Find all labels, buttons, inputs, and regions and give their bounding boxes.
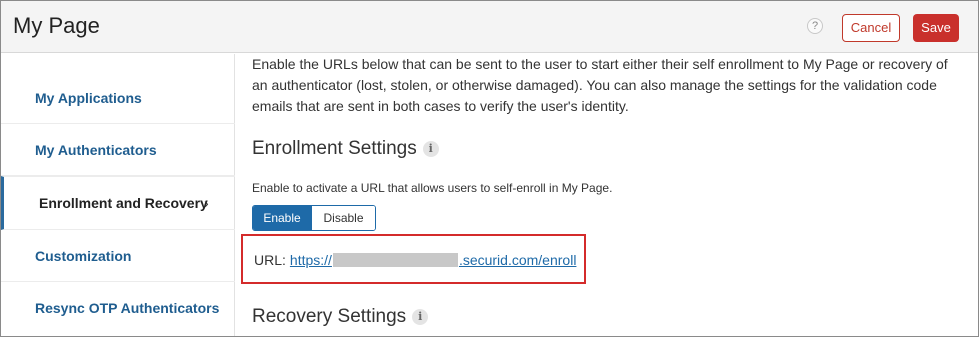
sidebar-item-label: Enrollment and Recovery (39, 195, 208, 211)
enrollment-settings-heading: Enrollment Settings i (252, 138, 439, 160)
sidebar-nav: My Applications My Authenticators Enroll… (1, 54, 235, 336)
disable-toggle-button[interactable]: Disable (311, 206, 375, 230)
intro-text: Enable the URLs below that can be sent t… (252, 56, 948, 114)
enrollment-url-link[interactable]: https:// .securid.com/enroll (290, 252, 577, 268)
cancel-button[interactable]: Cancel (842, 14, 900, 42)
sidebar-item-label: Customization (35, 248, 132, 264)
enrollment-url-row: URL: https:// .securid.com/enroll (254, 252, 576, 268)
sidebar-item-label: My Authenticators (35, 142, 157, 158)
sidebar-item-enrollment-and-recovery[interactable]: Enrollment and Recovery › (1, 176, 235, 230)
enrollment-help-text: Enable to activate a URL that allows use… (252, 181, 613, 195)
sidebar-item-customization[interactable]: Customization (1, 230, 235, 282)
section-heading-text: Enrollment Settings (252, 138, 417, 159)
url-label: URL: (254, 252, 286, 268)
redacted-tenant-block (332, 253, 458, 267)
url-highlight-box: URL: https:// .securid.com/enroll (241, 234, 586, 284)
sidebar-item-my-applications[interactable]: My Applications (1, 72, 235, 124)
enable-toggle-button[interactable]: Enable (253, 206, 311, 230)
info-icon[interactable]: i (422, 141, 439, 157)
url-prefix: https:// (289, 252, 332, 268)
sidebar-item-label: Resync OTP Authenticators (35, 300, 220, 316)
app-window: My Page ? Cancel Save My Applications My… (0, 0, 979, 337)
section-heading-text: Recovery Settings (252, 306, 407, 327)
sidebar-item-resync-otp-authenticators[interactable]: Resync OTP Authenticators (1, 282, 235, 334)
chevron-right-icon: › (204, 195, 209, 211)
url-suffix: .securid.com/enroll (458, 252, 577, 268)
page-header: My Page ? Cancel Save (1, 1, 978, 53)
save-button[interactable]: Save (913, 14, 959, 42)
enrollment-toggle: Enable Disable (252, 205, 376, 231)
page-title: My Page (13, 13, 100, 38)
info-icon[interactable]: i (412, 309, 429, 325)
help-icon[interactable]: ? (807, 18, 823, 34)
sidebar-item-label: My Applications (35, 90, 142, 106)
recovery-settings-heading: Recovery Settings i (252, 306, 429, 328)
sidebar-item-my-authenticators[interactable]: My Authenticators (1, 124, 235, 176)
